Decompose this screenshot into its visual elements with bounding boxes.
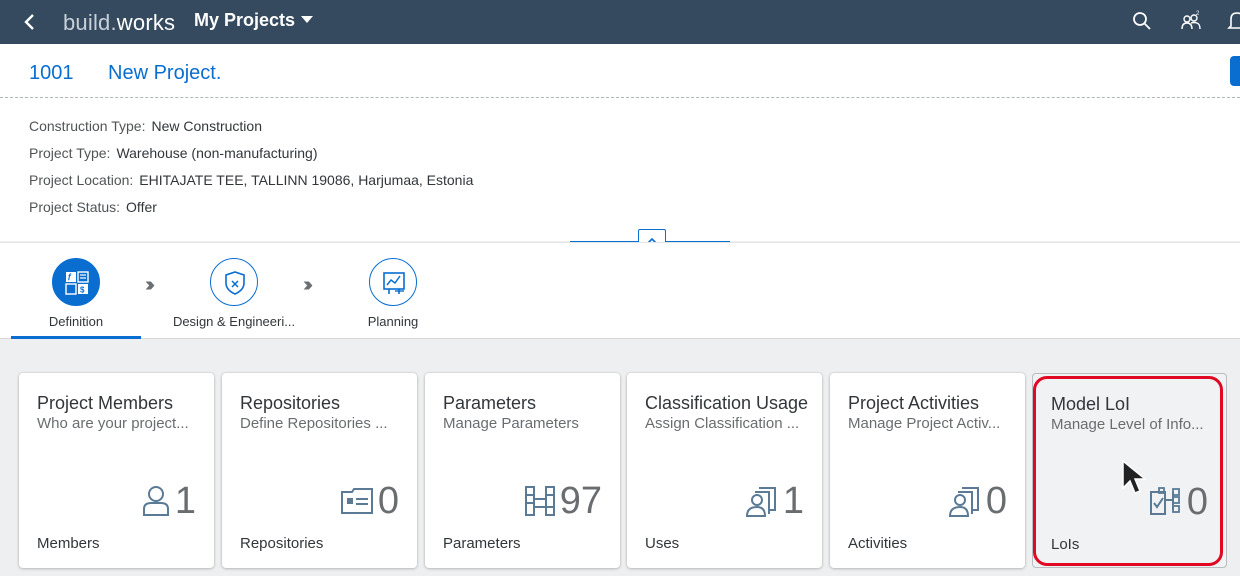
project-name: New Project. [108, 62, 222, 84]
tile-value: 0 [985, 479, 1007, 522]
object-header: 1001 New Project. [0, 44, 1240, 98]
tile-repositories[interactable]: Repositories Define Repositories ... 0 R… [222, 373, 417, 568]
tile-kpi: 1 [141, 479, 196, 523]
tile-subtitle: Assign Classification ... [645, 415, 800, 432]
tile-value: 1 [782, 479, 804, 522]
tile-value: 0 [1186, 480, 1208, 523]
attr-project-location: Project Location: EHITAJATE TEE, TALLINN … [29, 172, 474, 188]
tile-kpi: 97 [524, 479, 602, 523]
app-title: My Projects [194, 10, 296, 30]
tile-subtitle: Define Repositories ... [240, 415, 388, 432]
tile-kpi: 0 [1149, 480, 1208, 524]
tile-value: 97 [559, 479, 602, 522]
tile-subtitle: Manage Level of Info... [1051, 416, 1204, 433]
tile-kpi: 0 [948, 479, 1007, 523]
tile-footer: Uses [645, 535, 680, 552]
tile-parameters[interactable]: Parameters Manage Parameters 97 Paramete… [425, 373, 620, 568]
tile-footer: Members [37, 535, 100, 552]
people-group-icon [745, 487, 776, 517]
tile-subtitle: Who are your project... [37, 415, 189, 432]
id-card-icon [340, 488, 373, 514]
active-tab-indicator [11, 336, 141, 339]
definition-icon: 𝑓 $ [52, 258, 100, 306]
notification-icon[interactable] [1226, 10, 1240, 32]
people-group-icon [948, 487, 979, 517]
tile-footer: Parameters [443, 535, 521, 552]
brand-logo: build.works [63, 10, 176, 35]
project-id: 1001 [29, 62, 74, 84]
tab-definition[interactable]: 𝑓 $ Definition [36, 258, 116, 329]
tile-title: Model LoI [1051, 394, 1131, 414]
search-icon[interactable] [1131, 10, 1153, 32]
svg-text:$: $ [80, 286, 85, 295]
shield-icon [210, 258, 258, 306]
shell-bar: build.works My Projects 2 [0, 0, 1240, 44]
tile-subtitle: Manage Parameters [443, 415, 579, 432]
tile-footer: Repositories [240, 535, 324, 552]
header-action-button[interactable] [1230, 56, 1240, 86]
tile-subtitle: Manage Project Activ... [848, 415, 1001, 432]
tile-title: Project Activities [848, 393, 980, 413]
app-title-menu[interactable]: My Projects [194, 10, 314, 31]
attr-project-status: Project Status: Offer [29, 199, 157, 215]
tile-project-members[interactable]: Project Members Who are your project... … [19, 373, 214, 568]
tile-title: Repositories [240, 393, 341, 413]
tile-classification-usage[interactable]: Classification Usage Assign Classificati… [627, 373, 822, 568]
mouse-pointer-icon [1122, 459, 1148, 494]
tab-label: Planning [367, 314, 419, 329]
header-attributes: Construction Type: New Construction Proje… [0, 98, 1240, 241]
back-icon[interactable] [18, 11, 42, 33]
tile-title: Parameters [443, 393, 537, 413]
planning-chart-icon [369, 258, 417, 306]
tab-design-engineering[interactable]: Design & Engineeri... [164, 258, 304, 329]
users-icon[interactable]: 2 [1180, 10, 1202, 32]
tile-value: 1 [174, 479, 196, 522]
parameters-icon [524, 486, 555, 516]
tile-title: Project Members [37, 393, 174, 413]
attr-project-type: Project Type: Warehouse (non-manufacturin… [29, 145, 318, 161]
svg-text:2: 2 [1196, 11, 1200, 17]
tile-footer: LoIs [1051, 536, 1080, 553]
chevron-down-icon [301, 16, 314, 23]
tile-footer: Activities [848, 535, 908, 552]
tab-planning[interactable]: Planning [353, 258, 433, 329]
tile-project-activities[interactable]: Project Activities Manage Project Activ.… [830, 373, 1025, 568]
anchor-bar: 𝑓 $ Definition ››› Design & Engineeri...… [0, 242, 1240, 339]
person-icon [142, 486, 169, 516]
tile-title: Classification Usage [645, 393, 809, 413]
attr-construction-type: Construction Type: New Construction [29, 118, 262, 134]
tab-label: Definition [48, 314, 104, 329]
chevron-triple-icon: ››› [145, 274, 155, 296]
tile-value: 0 [377, 479, 399, 522]
chevron-triple-icon: ››› [303, 274, 313, 296]
tile-kpi: 0 [340, 479, 399, 523]
tab-label: Design & Engineeri... [172, 314, 296, 329]
tile-kpi: 1 [745, 479, 804, 523]
